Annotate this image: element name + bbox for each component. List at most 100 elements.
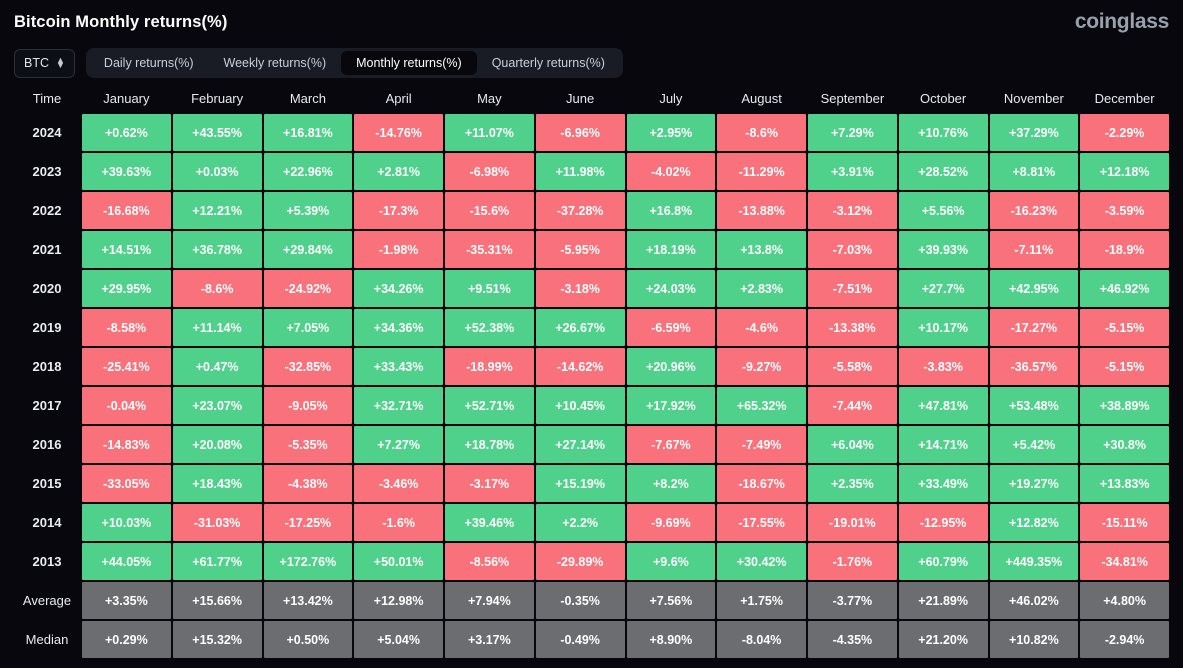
cell-2019-may: +52.38% — [445, 309, 534, 346]
cell-2017-february: +23.07% — [172, 387, 262, 424]
column-header-august: August — [717, 84, 806, 112]
column-header-time: Time — [14, 84, 80, 112]
cell-2023-september: +3.91% — [808, 153, 897, 190]
cell-2019-october: +10.17% — [898, 309, 988, 346]
cell-2017-december: +38.89% — [1080, 387, 1169, 424]
cell-2016-february: +20.08% — [172, 426, 262, 463]
column-header-october: October — [898, 84, 988, 112]
cell-2013-may: -8.56% — [445, 543, 534, 580]
cell-2018-march: -32.85% — [263, 348, 353, 385]
symbol-select[interactable]: BTC ▲ ▼ — [14, 48, 75, 78]
cell-2023-march: +22.96% — [263, 153, 353, 190]
cell-2021-may: -35.31% — [445, 231, 534, 268]
cell-2019-january: -8.58% — [82, 309, 171, 346]
tab-monthly[interactable]: Monthly returns(%) — [341, 51, 477, 75]
cell-2023-july: -4.02% — [626, 153, 716, 190]
column-header-february: February — [172, 84, 262, 112]
tab-daily[interactable]: Daily returns(%) — [89, 51, 209, 75]
cell-2020-june: -3.18% — [535, 270, 625, 307]
returns-table: Time January February March April May June July… — [12, 82, 1171, 660]
cell-2024-january: +0.62% — [82, 114, 171, 151]
page-title: Bitcoin Monthly returns(%) — [14, 12, 228, 31]
cell-2020-april: +34.26% — [354, 270, 443, 307]
cell-average-november: +46.02% — [989, 582, 1079, 619]
table-row: 2022 -16.68% +12.21% +5.39% -17.3% -15.6% -37.… — [14, 192, 1169, 229]
table-row: 2023 +39.63% +0.03% +22.96% +2.81% -6.98% +11.… — [14, 153, 1169, 190]
cell-2016-june: +27.14% — [535, 426, 625, 463]
cell-2024-october: +10.76% — [898, 114, 988, 151]
cell-2014-august: -17.55% — [717, 504, 806, 541]
cell-average-august: +1.75% — [717, 582, 806, 619]
row-label-2023: 2023 — [14, 153, 80, 190]
cell-2019-april: +34.36% — [354, 309, 443, 346]
returns-table-wrap: Time January February March April May June July… — [0, 82, 1183, 660]
cell-2019-march: +7.05% — [263, 309, 353, 346]
cell-2015-october: +33.49% — [898, 465, 988, 502]
cell-2016-april: +7.27% — [354, 426, 443, 463]
cell-median-march: +0.50% — [263, 621, 353, 658]
cell-2014-june: +2.2% — [535, 504, 625, 541]
cell-2020-march: -24.92% — [263, 270, 353, 307]
cell-2015-january: -33.05% — [82, 465, 171, 502]
cell-2021-january: +14.51% — [82, 231, 171, 268]
cell-2020-october: +27.7% — [898, 270, 988, 307]
cell-2015-july: +8.2% — [626, 465, 716, 502]
column-header-april: April — [354, 84, 443, 112]
cell-2024-july: +2.95% — [626, 114, 716, 151]
cell-2013-august: +30.42% — [717, 543, 806, 580]
cell-2016-january: -14.83% — [82, 426, 171, 463]
table-row: 2021 +14.51% +36.78% +29.84% -1.98% -35.31% -5… — [14, 231, 1169, 268]
cell-average-april: +12.98% — [354, 582, 443, 619]
cell-2015-september: +2.35% — [808, 465, 897, 502]
cell-median-november: +10.82% — [989, 621, 1079, 658]
cell-2014-december: -15.11% — [1080, 504, 1169, 541]
tab-weekly[interactable]: Weekly returns(%) — [209, 51, 342, 75]
cell-2017-april: +32.71% — [354, 387, 443, 424]
cell-median-september: -4.35% — [808, 621, 897, 658]
cell-2013-october: +60.79% — [898, 543, 988, 580]
cell-2016-october: +14.71% — [898, 426, 988, 463]
row-label-2014: 2014 — [14, 504, 80, 541]
column-header-july: July — [626, 84, 716, 112]
toolbar: BTC ▲ ▼ Daily returns(%) Weekly returns(%)… — [0, 44, 1183, 82]
cell-2023-february: +0.03% — [172, 153, 262, 190]
cell-average-october: +21.89% — [898, 582, 988, 619]
cell-2022-march: +5.39% — [263, 192, 353, 229]
row-label-2013: 2013 — [14, 543, 80, 580]
cell-2018-october: -3.83% — [898, 348, 988, 385]
cell-2018-december: -5.15% — [1080, 348, 1169, 385]
cell-2024-june: -6.96% — [535, 114, 625, 151]
cell-2017-may: +52.71% — [445, 387, 534, 424]
cell-2017-september: -7.44% — [808, 387, 897, 424]
cell-2023-january: +39.63% — [82, 153, 171, 190]
cell-2017-march: -9.05% — [263, 387, 353, 424]
coinglass-logo: coinglass — [1074, 10, 1169, 33]
returns-heatmap-page: Bitcoin Monthly returns(%) coinglass BTC… — [0, 0, 1183, 668]
column-header-november: November — [989, 84, 1079, 112]
table-row: 2016 -14.83% +20.08% -5.35% +7.27% +18.78% +27… — [14, 426, 1169, 463]
tab-quarterly[interactable]: Quarterly returns(%) — [477, 51, 620, 75]
cell-2022-june: -37.28% — [535, 192, 625, 229]
cell-2021-december: -18.9% — [1080, 231, 1169, 268]
cell-2023-may: -6.98% — [445, 153, 534, 190]
cell-2014-november: +12.82% — [989, 504, 1079, 541]
cell-2014-april: -1.6% — [354, 504, 443, 541]
cell-median-january: +0.29% — [82, 621, 171, 658]
cell-2018-september: -5.58% — [808, 348, 897, 385]
cell-2020-august: +2.83% — [717, 270, 806, 307]
cell-2015-february: +18.43% — [172, 465, 262, 502]
cell-2019-february: +11.14% — [172, 309, 262, 346]
cell-2014-september: -19.01% — [808, 504, 897, 541]
cell-2021-august: +13.8% — [717, 231, 806, 268]
cell-2019-november: -17.27% — [989, 309, 1079, 346]
cell-2018-july: +20.96% — [626, 348, 716, 385]
cell-2020-september: -7.51% — [808, 270, 897, 307]
row-label-2018: 2018 — [14, 348, 80, 385]
cell-2019-june: +26.67% — [535, 309, 625, 346]
cell-2017-october: +47.81% — [898, 387, 988, 424]
row-label-average: Average — [14, 582, 80, 619]
cell-2017-july: +17.92% — [626, 387, 716, 424]
cell-2013-march: +172.76% — [263, 543, 353, 580]
row-label-2015: 2015 — [14, 465, 80, 502]
cell-2015-june: +15.19% — [535, 465, 625, 502]
